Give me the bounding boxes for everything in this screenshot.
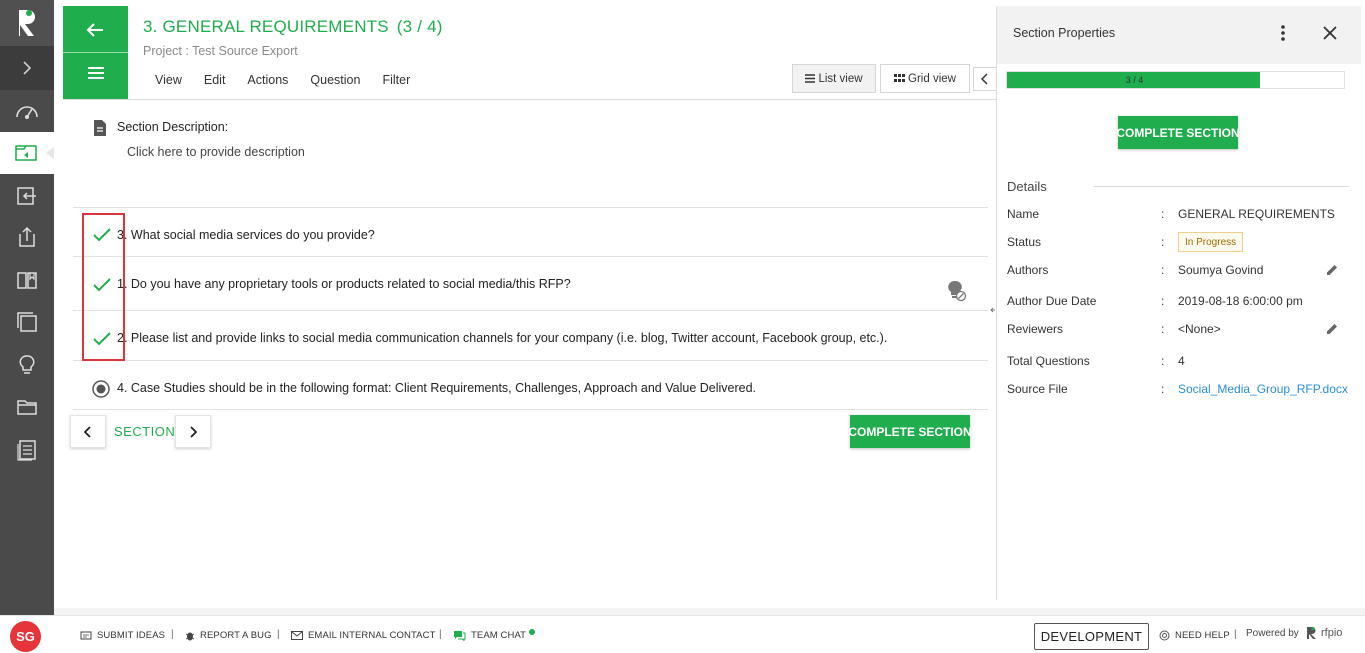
email-internal-contact-link[interactable]: EMAIL INTERNAL CONTACT — [291, 630, 435, 641]
reviewers-value: <None> — [1178, 322, 1221, 336]
section-count: (3 / 4) — [396, 17, 443, 36]
help-lifebuoy-icon — [1159, 630, 1170, 641]
detail-row-source-file: Source File : Social_Media_Group_RFP.doc… — [1007, 382, 1348, 396]
question-row[interactable]: 1. Do you have any proprietary tools or … — [73, 259, 988, 309]
section-progress-bar: 3 / 4 — [1006, 71, 1345, 89]
import-icon[interactable] — [0, 175, 54, 217]
dashboard-icon[interactable] — [0, 90, 54, 132]
question-text: 1. Do you have any proprietary tools or … — [117, 277, 571, 291]
detail-row-reviewers: Reviewers : <None> — [1007, 320, 1357, 340]
chevron-right-icon — [190, 425, 197, 438]
detail-row-authors: Authors : Soumya Govind — [1007, 261, 1357, 281]
question-text: 2. Please list and provide links to soci… — [117, 331, 888, 345]
panel-complete-section-button[interactable]: COMPLETE SECTION — [1116, 116, 1240, 149]
section-properties-panel: Section Properties 3 / 4 COMPLETE SECTIO… — [996, 6, 1361, 600]
close-icon[interactable] — [1323, 26, 1337, 45]
edit-authors-pencil-icon[interactable] — [1325, 263, 1339, 277]
list-view-button[interactable]: List view — [792, 64, 876, 93]
status-badge: In Progress — [1178, 232, 1244, 252]
question-row[interactable]: 3. What social media services do you pro… — [73, 210, 988, 260]
menu-question[interactable]: Question — [310, 73, 360, 87]
insights-icon[interactable] — [0, 344, 54, 386]
top-menu: View Edit Actions Question Filter — [155, 73, 432, 87]
chevron-left-icon — [981, 73, 988, 85]
panel-header: Section Properties — [997, 6, 1361, 64]
due-date-value: 2019-08-18 6:00:00 pm — [1178, 294, 1303, 308]
rfpio-footer-logo: rfpio — [1306, 626, 1342, 640]
rfpio-logo-icon[interactable] — [0, 0, 54, 46]
left-nav-rail — [0, 0, 54, 615]
detail-row-total-questions: Total Questions : 4 — [1007, 354, 1185, 368]
back-and-menu-block — [63, 6, 128, 100]
highlight-annotation — [82, 213, 125, 361]
question-text: 4. Case Studies should be in the followi… — [117, 381, 757, 395]
document-icon — [93, 119, 107, 142]
authors-value: Soumya Govind — [1178, 263, 1264, 277]
comment-icon — [80, 631, 92, 639]
menu-edit[interactable]: Edit — [204, 73, 226, 87]
grid-view-button[interactable]: Grid view — [880, 64, 970, 93]
question-text: 3. What social media services do you pro… — [117, 228, 375, 242]
menu-filter[interactable]: Filter — [382, 73, 410, 87]
chevron-left-icon — [84, 425, 91, 438]
folder-icon[interactable] — [0, 386, 54, 428]
details-heading: Details — [1007, 179, 1047, 194]
section-name-value: GENERAL REQUIREMENTS — [1178, 207, 1335, 221]
submit-ideas-link[interactable]: SUBMIT IDEAS — [80, 630, 165, 641]
progress-label: 3 / 4 — [1125, 75, 1144, 85]
online-dot — [529, 628, 536, 635]
library-icon[interactable] — [0, 259, 54, 301]
documents-icon[interactable] — [0, 301, 54, 343]
section-description-input[interactable]: Click here to provide description — [127, 145, 305, 159]
complete-section-button[interactable]: COMPLETE SECTION — [848, 415, 972, 448]
total-questions-value: 4 — [1178, 354, 1185, 368]
collapse-panel-button[interactable] — [973, 67, 997, 91]
edit-reviewers-pencil-icon[interactable] — [1325, 322, 1339, 336]
rfpio-logo-icon — [1307, 626, 1316, 639]
list-icon — [805, 74, 816, 83]
source-file-link[interactable]: Social_Media_Group_RFP.docx — [1178, 382, 1348, 396]
footer-bar: SG SUBMIT IDEAS | REPORT A BUG | EMAIL I… — [0, 615, 1365, 653]
in-progress-radio-icon — [92, 380, 110, 398]
panel-title: Section Properties — [1013, 26, 1116, 40]
hamburger-menu-icon[interactable] — [87, 66, 105, 85]
menu-view[interactable]: View — [155, 73, 182, 87]
grid-icon — [894, 74, 906, 82]
menu-actions[interactable]: Actions — [247, 73, 288, 87]
export-icon[interactable] — [0, 216, 54, 258]
question-row[interactable]: 2. Please list and provide links to soci… — [73, 313, 988, 363]
more-options-icon[interactable] — [1279, 24, 1287, 47]
question-row[interactable]: 4. Case Studies should be in the followi… — [73, 363, 988, 413]
section-nav-label: SECTION — [114, 424, 176, 439]
need-help-link[interactable]: NEED HELP — [1159, 630, 1230, 641]
lightbulb-suggestion-icon[interactable] — [947, 280, 967, 307]
bug-icon — [185, 632, 195, 641]
detail-row-due-date: Author Due Date : 2019-08-18 6:00:00 pm — [1007, 294, 1303, 308]
back-arrow-icon[interactable] — [85, 22, 105, 43]
chat-icon — [454, 631, 466, 641]
previous-section-button[interactable] — [70, 415, 106, 448]
environment-badge: DEVELOPMENT — [1034, 623, 1149, 650]
detail-row-status: Status : In Progress — [1007, 232, 1357, 253]
project-name: Project : Test Source Export — [143, 44, 298, 58]
powered-by-label: Powered by — [1246, 628, 1299, 639]
reports-icon[interactable] — [0, 429, 54, 471]
avatar[interactable]: SG — [10, 621, 41, 652]
report-bug-link[interactable]: REPORT A BUG — [185, 630, 272, 641]
email-icon — [291, 631, 303, 640]
page-title: 3. GENERAL REQUIREMENTS (3 / 4) — [143, 17, 443, 36]
expand-nav-icon[interactable] — [0, 46, 54, 90]
section-description-label: Section Description: — [117, 120, 229, 134]
detail-row-name: Name : GENERAL REQUIREMENTS — [1007, 207, 1335, 221]
team-chat-link[interactable]: TEAM CHAT — [453, 628, 536, 641]
next-section-button[interactable] — [175, 415, 211, 448]
